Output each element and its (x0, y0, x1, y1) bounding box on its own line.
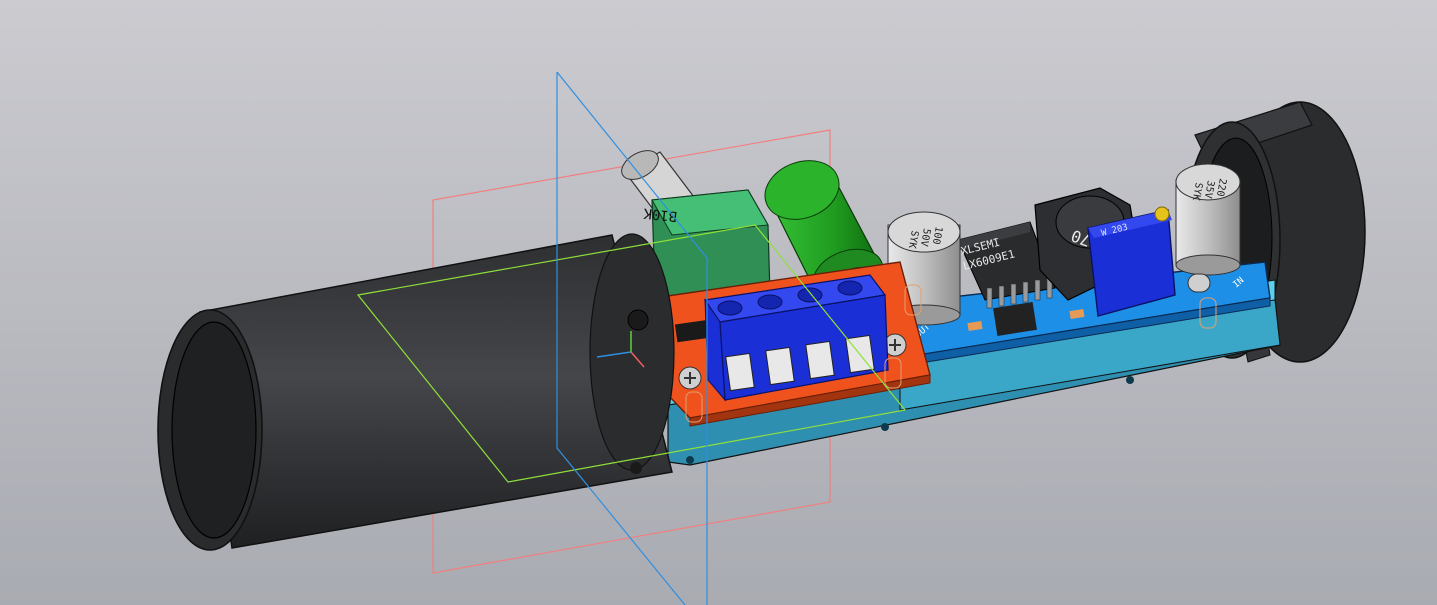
capacitor-220uf[interactable]: 220 35V SYK (1175, 163, 1241, 276)
3d-model-view[interactable]: OUT IN XLSEMI LX6009E1 470 W 203 220 35V… (0, 0, 1437, 605)
cad-viewport[interactable]: OUT IN XLSEMI LX6009E1 470 W 203 220 35V… (0, 0, 1437, 605)
